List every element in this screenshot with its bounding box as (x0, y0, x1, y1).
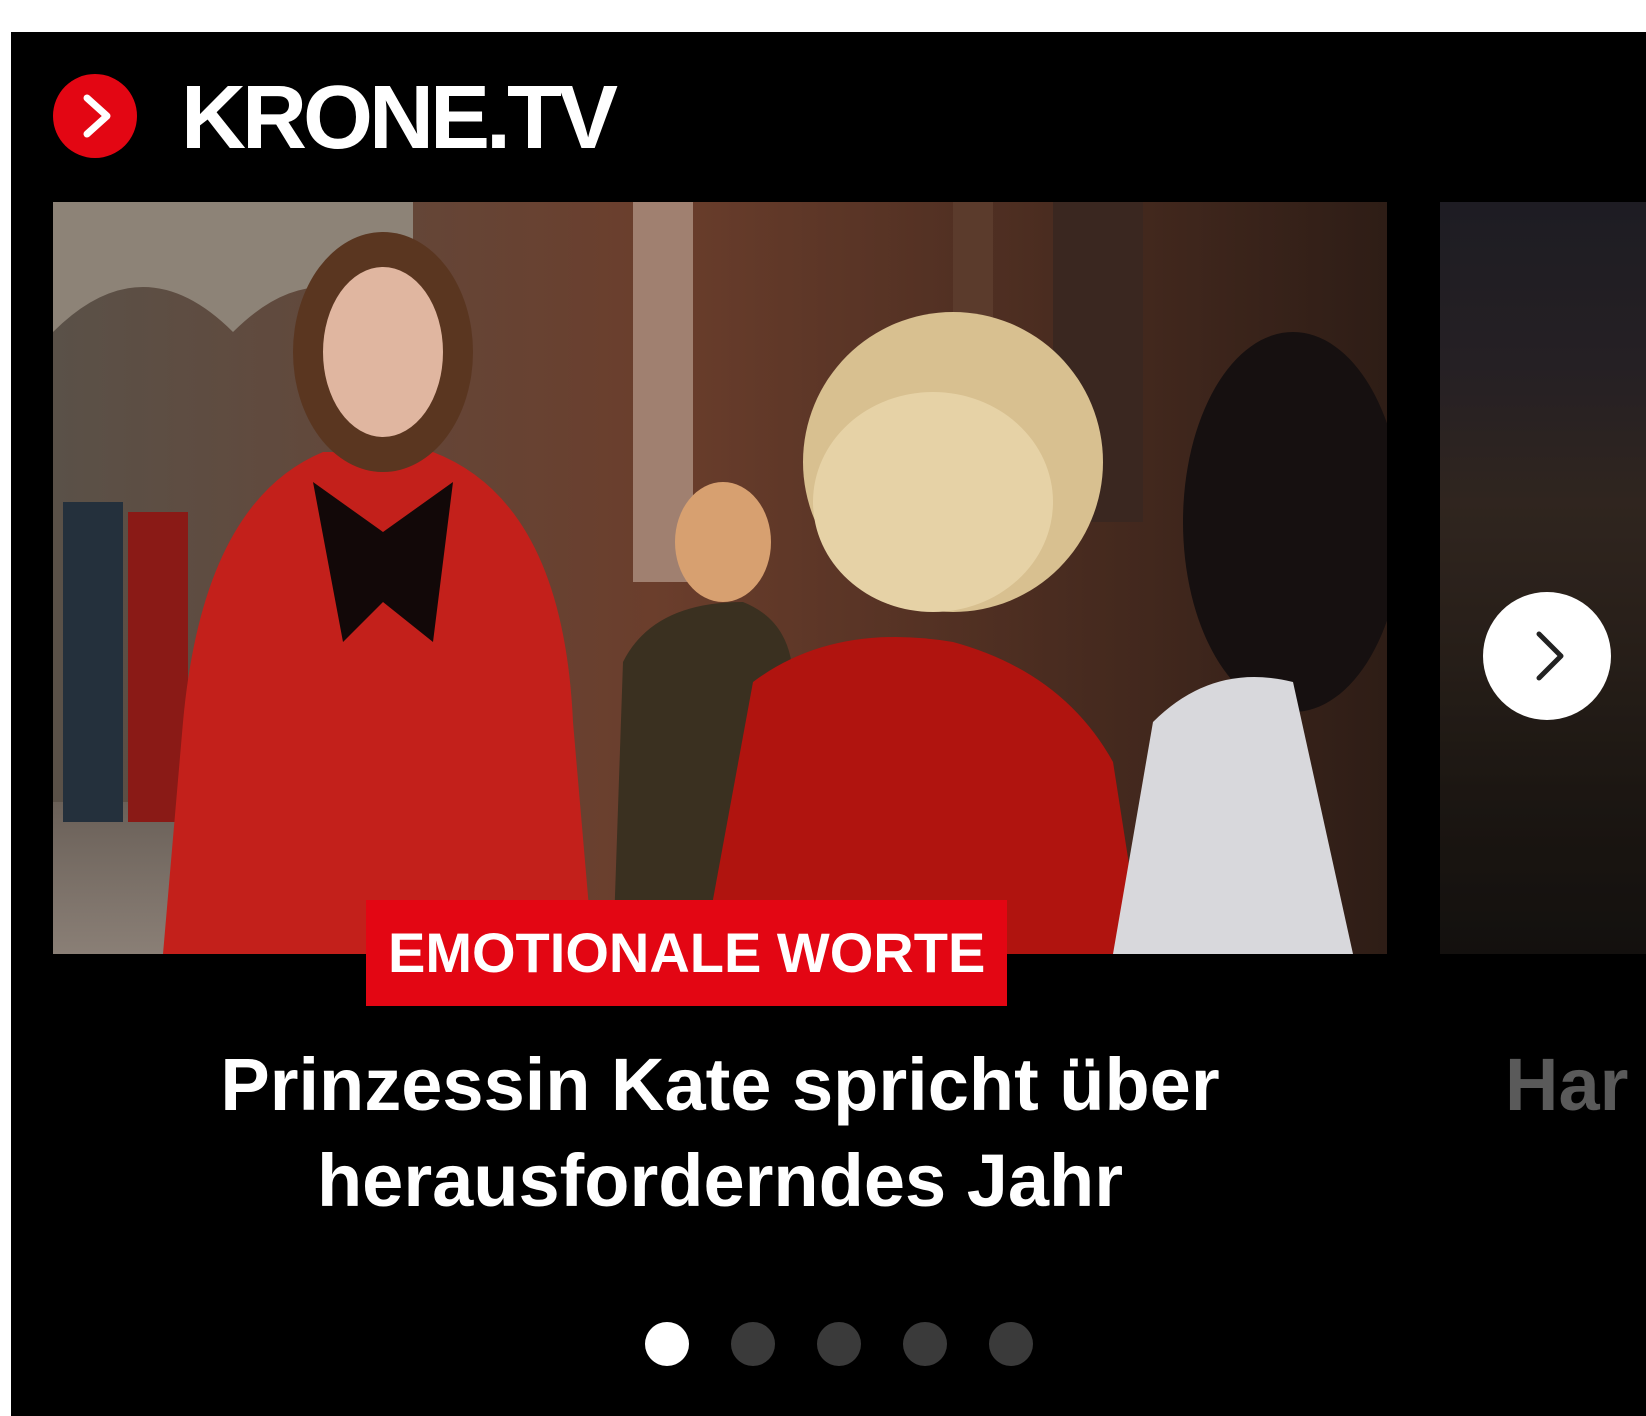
header-arrow-icon[interactable] (53, 74, 137, 158)
pagination-dot-5[interactable] (989, 1322, 1033, 1366)
chevron-right-icon (1536, 631, 1564, 681)
slide-kicker[interactable]: EMOTIONALE WORTE (366, 900, 1008, 1006)
pagination-dot-1[interactable] (645, 1322, 689, 1366)
pagination-dot-4[interactable] (903, 1322, 947, 1366)
slide-headline-next[interactable]: Har (1505, 1037, 1646, 1133)
slide-headline[interactable]: Prinzessin Kate spricht über herausforde… (53, 1037, 1387, 1229)
section-title[interactable]: KRONE.TV (181, 68, 618, 168)
carousel-pagination (645, 1322, 1033, 1366)
pagination-dot-2[interactable] (731, 1322, 775, 1366)
slide-photo-next[interactable] (1440, 202, 1646, 954)
pagination-dot-3[interactable] (817, 1322, 861, 1366)
krone-tv-widget: KRONE.TV EMOTIONALE WORTE Prinzessin Kat… (11, 32, 1646, 1416)
slide-photo[interactable] (53, 202, 1387, 954)
carousel-next-button[interactable] (1483, 592, 1611, 720)
